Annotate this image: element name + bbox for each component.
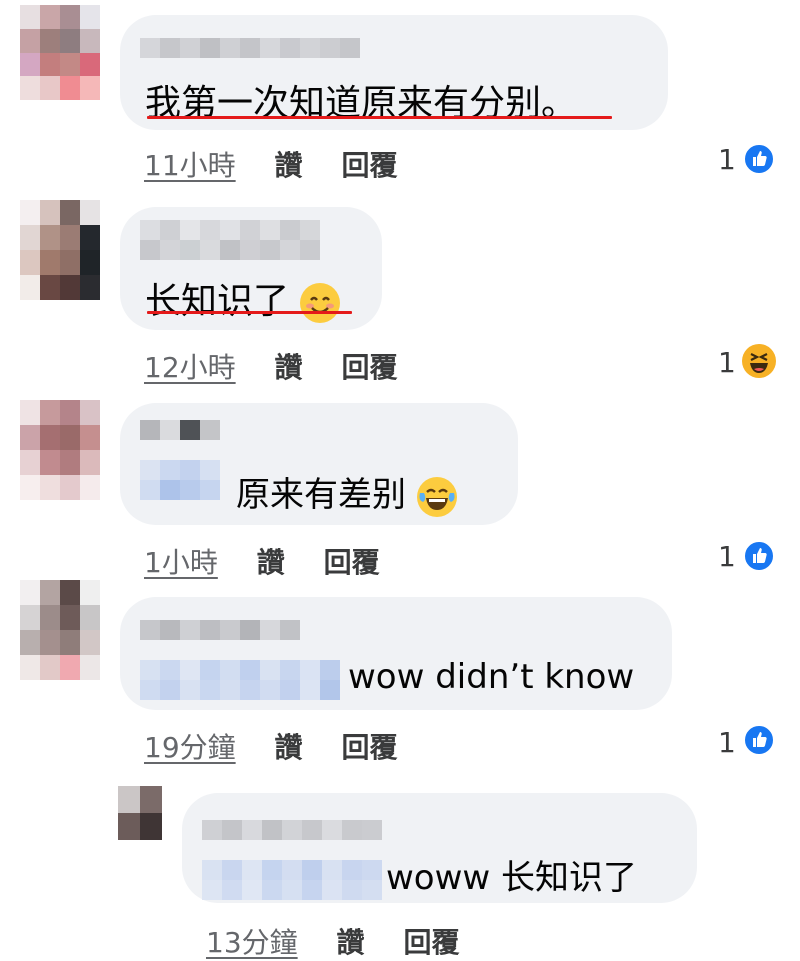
- comment-meta: 19分鐘 讚 回覆: [144, 726, 397, 766]
- blurred-mention: [140, 480, 220, 500]
- comment-text: wow didn’t know: [348, 657, 635, 697]
- blurred-mention: [140, 680, 340, 700]
- reaction-count[interactable]: 1: [718, 143, 736, 176]
- like-button[interactable]: 讚: [275, 351, 303, 384]
- reaction-count[interactable]: 1: [718, 726, 736, 759]
- avatar[interactable]: [118, 786, 162, 840]
- timestamp-link[interactable]: 12小時: [144, 351, 236, 384]
- haha-icon[interactable]: [742, 344, 776, 378]
- comment-meta: 12小時 讚 回覆: [144, 346, 397, 386]
- blurred-author-name[interactable]: [140, 38, 360, 58]
- avatar[interactable]: [20, 580, 100, 680]
- tears-of-joy-emoji: [416, 476, 457, 517]
- blurred-mention[interactable]: [140, 660, 340, 680]
- reply-button[interactable]: 回覆: [403, 926, 459, 959]
- timestamp-link[interactable]: 11小時: [144, 149, 236, 182]
- timestamp-link[interactable]: 13分鐘: [206, 926, 298, 959]
- blurred-author-name[interactable]: [140, 620, 300, 640]
- comment-text: 原来有差别: [236, 467, 457, 517]
- like-icon[interactable]: [743, 724, 775, 756]
- smiling-face-emoji: [300, 283, 341, 323]
- reply-button[interactable]: 回覆: [341, 731, 397, 764]
- like-button[interactable]: 讚: [275, 731, 303, 764]
- comment-meta: 13分鐘 讚 回覆: [206, 921, 459, 961]
- comment-meta: 11小時 讚 回覆: [144, 144, 397, 184]
- red-underline: [147, 116, 612, 119]
- blurred-author-name[interactable]: [140, 220, 320, 240]
- avatar[interactable]: [20, 200, 100, 300]
- comment-text: woww 长知识了: [386, 858, 638, 898]
- like-button[interactable]: 讚: [257, 546, 285, 579]
- timestamp-link[interactable]: 1小時: [144, 546, 218, 579]
- comment-text: 长知识了: [145, 272, 341, 324]
- blurred-mention: [202, 880, 382, 900]
- like-icon[interactable]: [743, 540, 775, 572]
- reply-button[interactable]: 回覆: [324, 546, 380, 579]
- like-button[interactable]: 讚: [337, 926, 365, 959]
- blurred-mention[interactable]: [140, 460, 220, 480]
- reply-button[interactable]: 回覆: [341, 149, 397, 182]
- timestamp-link[interactable]: 19分鐘: [144, 731, 236, 764]
- reaction-count[interactable]: 1: [718, 540, 736, 573]
- blurred-author-name: [140, 240, 320, 260]
- red-underline: [147, 311, 352, 314]
- comment-meta: 1小時 讚 回覆: [144, 541, 380, 581]
- avatar[interactable]: [20, 400, 100, 500]
- avatar[interactable]: [20, 5, 100, 100]
- reaction-count[interactable]: 1: [718, 346, 736, 379]
- reply-button[interactable]: 回覆: [341, 351, 397, 384]
- like-button[interactable]: 讚: [275, 149, 303, 182]
- blurred-author-name[interactable]: [140, 420, 220, 440]
- blurred-mention[interactable]: [202, 860, 382, 880]
- blurred-author-name[interactable]: [202, 820, 382, 840]
- like-icon[interactable]: [743, 143, 775, 175]
